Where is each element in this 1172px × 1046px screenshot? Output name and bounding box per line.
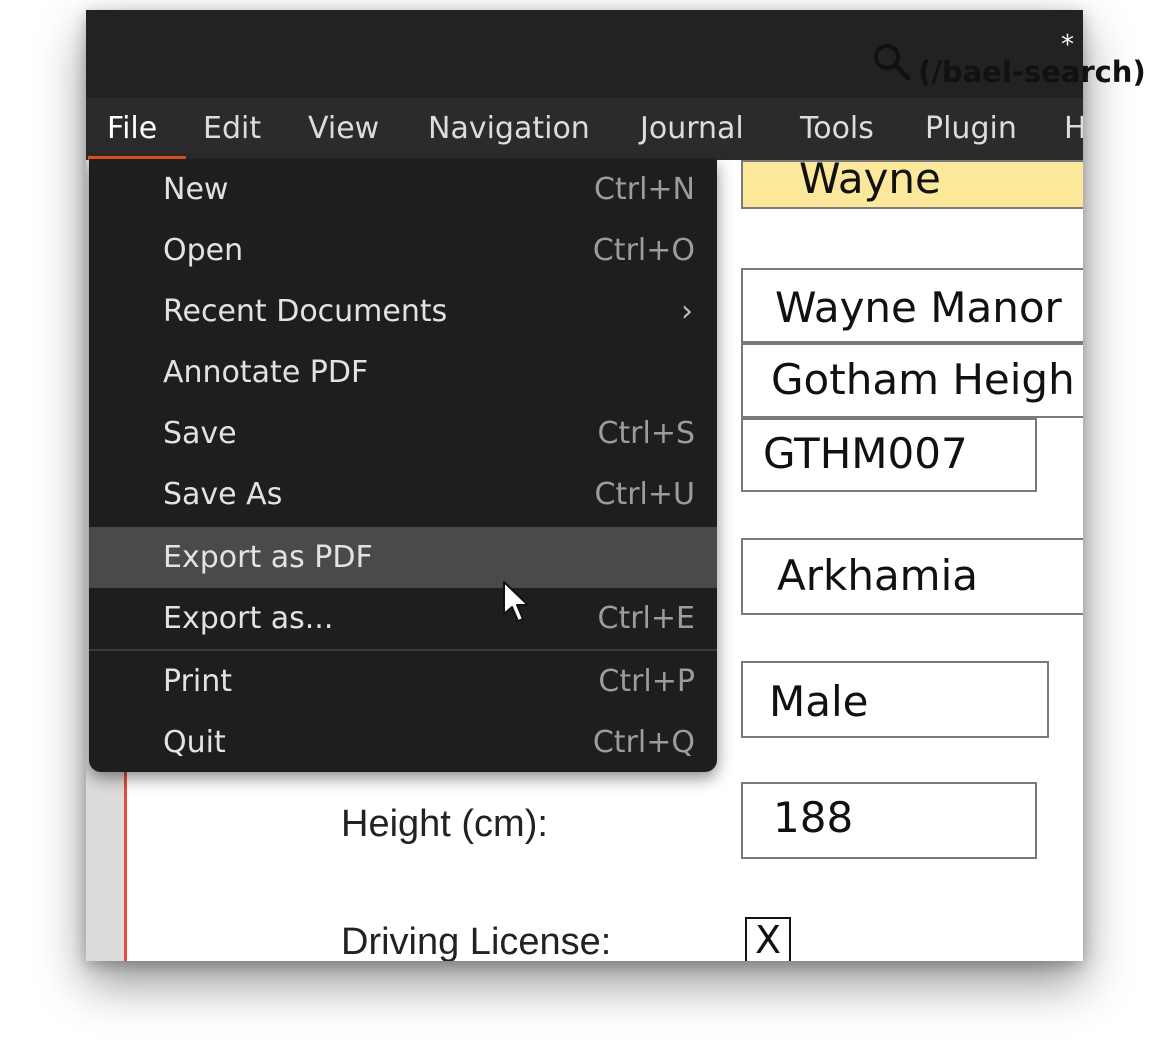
given-name-field[interactable]: Wayne [741, 160, 1083, 209]
menu-item-label: Annotate PDF [163, 355, 369, 390]
menu-navigation[interactable]: Navigation [428, 98, 590, 160]
menu-item-shortcut: Ctrl+E [597, 601, 695, 636]
menu-item-label: Quit [163, 725, 226, 760]
height-label: Height (cm): [341, 803, 548, 845]
menu-item-print[interactable]: Print Ctrl+P [89, 651, 717, 712]
menu-item-export-as-pdf[interactable]: Export as PDF [89, 527, 717, 588]
menu-item-label: Export as... [163, 601, 334, 636]
menu-tools[interactable]: Tools [800, 98, 874, 160]
menu-item-new[interactable]: New Ctrl+N [89, 159, 717, 220]
menu-item-quit[interactable]: Quit Ctrl+Q [89, 712, 717, 773]
address-2-field[interactable]: Gotham Heigh [741, 343, 1083, 418]
menu-item-label: Save [163, 416, 237, 451]
menu-item-shortcut: Ctrl+S [597, 416, 695, 451]
application-window: * File Edit View Navigation Journal Tool… [86, 10, 1083, 961]
menu-item-label: Recent Documents [163, 294, 448, 329]
country-field[interactable]: Arkhamia [741, 538, 1083, 615]
search-link-text: (/bael-search) [918, 55, 1146, 89]
height-field[interactable]: 188 [741, 782, 1037, 859]
menu-item-export-as[interactable]: Export as... Ctrl+E [89, 588, 717, 649]
menu-file[interactable]: File [107, 98, 157, 160]
address-1-field[interactable]: Wayne Manor [741, 268, 1083, 343]
driving-license-label: Driving License: [341, 921, 612, 961]
menu-item-label: Print [163, 664, 233, 699]
menu-item-save-as[interactable]: Save As Ctrl+U [89, 464, 717, 525]
menu-item-label: New [163, 172, 229, 207]
menu-item-label: Open [163, 233, 244, 268]
menu-item-shortcut: Ctrl+Q [592, 725, 695, 760]
postcode-field[interactable]: GTHM007 [741, 418, 1037, 492]
chevron-right-icon: › [681, 294, 693, 329]
menu-item-annotate-pdf[interactable]: Annotate PDF [89, 342, 717, 403]
menu-item-shortcut: Ctrl+O [592, 233, 695, 268]
gender-field[interactable]: Male [741, 661, 1049, 738]
menu-item-label: Save As [163, 477, 283, 512]
search-icon [874, 44, 911, 81]
menu-bar: File Edit View Navigation Journal Tools … [86, 98, 1083, 160]
menu-item-recent-documents[interactable]: Recent Documents › [89, 281, 717, 342]
mouse-pointer-icon [503, 581, 529, 622]
menu-item-shortcut: Ctrl+P [598, 664, 695, 699]
menu-item-shortcut: Ctrl+N [594, 172, 695, 207]
driving-license-checkbox[interactable]: X [745, 917, 791, 961]
menu-edit[interactable]: Edit [203, 98, 261, 160]
menu-help[interactable]: H [1064, 98, 1083, 160]
menu-item-shortcut: Ctrl+U [594, 477, 695, 512]
menu-view[interactable]: View [308, 98, 379, 160]
menu-item-save[interactable]: Save Ctrl+S [89, 403, 717, 464]
menu-journal[interactable]: Journal [640, 98, 744, 160]
menu-item-label: Export as PDF [163, 540, 373, 575]
menu-item-open[interactable]: Open Ctrl+O [89, 220, 717, 281]
menu-plugin[interactable]: Plugin [925, 98, 1017, 160]
file-menu-dropdown: New Ctrl+N Open Ctrl+O Recent Documents … [89, 159, 717, 772]
